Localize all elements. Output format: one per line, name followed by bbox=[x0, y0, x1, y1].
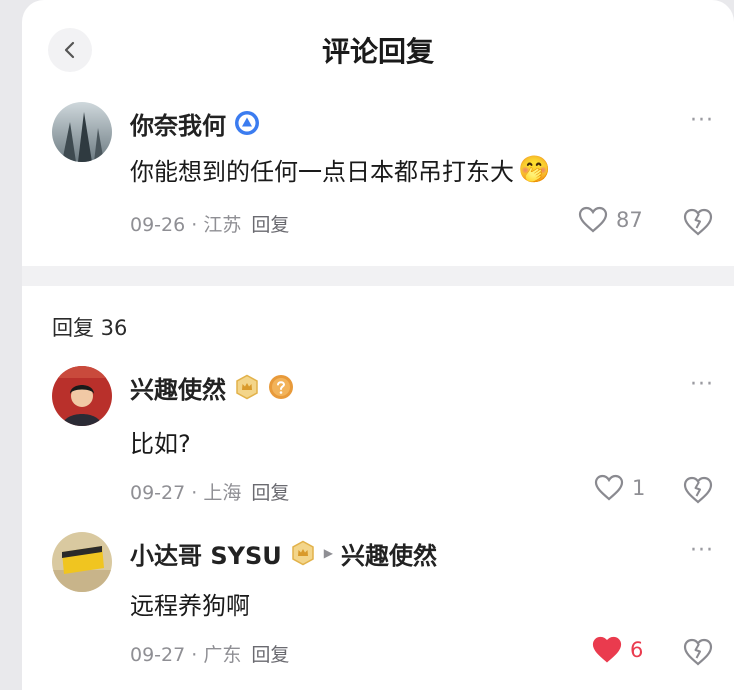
like-button[interactable]: 6 bbox=[592, 636, 643, 664]
like-count: 1 bbox=[632, 476, 646, 500]
avatar[interactable] bbox=[52, 102, 112, 162]
heart-icon bbox=[578, 206, 608, 233]
username-row: 兴趣使然 bbox=[130, 370, 294, 404]
facepalm-emoji-icon: 🤭 bbox=[518, 154, 551, 185]
reply-arrow-icon: ▶ bbox=[323, 546, 334, 560]
dislike-button[interactable] bbox=[682, 474, 714, 506]
reply-button[interactable]: 回复 bbox=[251, 644, 289, 666]
like-count: 6 bbox=[630, 638, 644, 662]
question-badge-icon bbox=[268, 374, 294, 400]
main-comment: 你奈我何 ··· 你能想到的任何一点日本都吊打东大 🤭 09-26 · 江苏 回… bbox=[22, 0, 734, 266]
username-row: 你奈我何 bbox=[130, 106, 260, 140]
like-button[interactable]: 1 bbox=[594, 474, 645, 502]
comment-text: 比如? bbox=[130, 430, 191, 458]
comment-date: 09-27 bbox=[130, 482, 186, 504]
username[interactable]: 兴趣使然 bbox=[130, 370, 226, 405]
comment-text-body: 你能想到的任何一点日本都吊打东大 bbox=[130, 158, 514, 186]
comment-meta: 09-27 · 广东 回复 bbox=[130, 644, 290, 666]
heart-icon bbox=[592, 636, 622, 663]
replies-count-header: 回复 36 bbox=[52, 316, 128, 340]
username-row: 小达哥 SYSU ▶ 兴趣使然 bbox=[130, 536, 437, 570]
comment-location: 江苏 bbox=[203, 214, 242, 236]
username[interactable]: 小达哥 SYSU bbox=[130, 536, 282, 571]
verified-badge-icon bbox=[234, 110, 260, 136]
crown-badge-icon bbox=[290, 540, 316, 566]
comment-location: 上海 bbox=[203, 482, 242, 504]
comment-meta: 09-27 · 上海 回复 bbox=[130, 482, 290, 504]
comment-date: 09-27 bbox=[130, 644, 186, 666]
heart-icon bbox=[594, 474, 624, 501]
more-dots-icon[interactable]: ··· bbox=[690, 372, 714, 397]
comment-text: 远程养狗啊 bbox=[130, 592, 250, 620]
dislike-button[interactable] bbox=[682, 636, 714, 668]
reply-button[interactable]: 回复 bbox=[251, 482, 289, 504]
crown-badge-icon bbox=[234, 374, 260, 400]
username[interactable]: 你奈我何 bbox=[130, 106, 226, 141]
like-button[interactable]: 87 bbox=[578, 206, 643, 234]
more-dots-icon[interactable]: ··· bbox=[690, 108, 714, 133]
reply-button[interactable]: 回复 bbox=[251, 214, 289, 236]
comment-date: 09-26 bbox=[130, 214, 186, 236]
like-count: 87 bbox=[616, 208, 643, 232]
comment-detail-screen: 评论回复 你奈我何 ··· 你能想到的任何一点日本都吊打东大 🤭 09-26 ·… bbox=[22, 0, 734, 690]
avatar[interactable] bbox=[52, 532, 112, 592]
broken-heart-icon bbox=[683, 208, 713, 236]
broken-heart-icon bbox=[683, 638, 713, 666]
avatar[interactable] bbox=[52, 366, 112, 426]
comment-location: 广东 bbox=[203, 644, 242, 666]
more-dots-icon[interactable]: ··· bbox=[690, 538, 714, 563]
section-divider bbox=[22, 266, 734, 286]
reply-to-username[interactable]: 兴趣使然 bbox=[341, 536, 437, 571]
broken-heart-icon bbox=[683, 476, 713, 504]
comment-meta: 09-26 · 江苏 回复 bbox=[130, 214, 290, 236]
dislike-button[interactable] bbox=[682, 206, 714, 238]
comment-text: 你能想到的任何一点日本都吊打东大 🤭 bbox=[130, 152, 550, 187]
